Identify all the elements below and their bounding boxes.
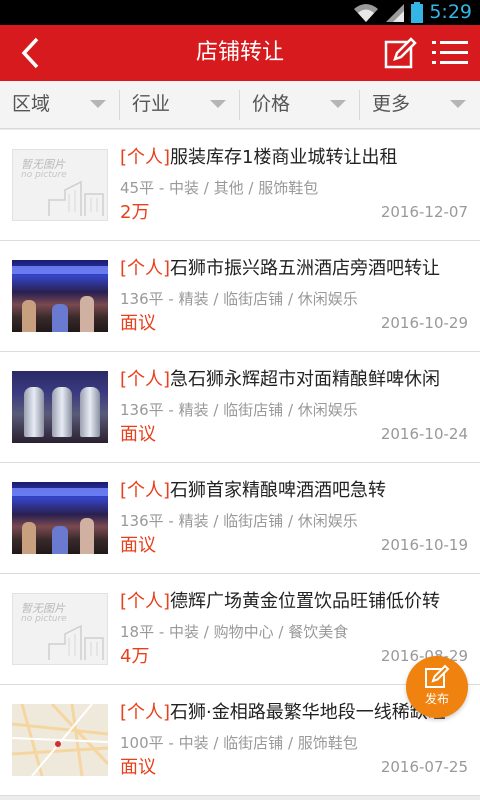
building-placeholder-icon <box>48 624 104 660</box>
listing-date: 2016-10-29 <box>380 314 468 332</box>
triangle-down-icon <box>90 100 106 108</box>
listing-thumbnail: 暂无图片 no picture <box>12 149 108 221</box>
listing-title-text: 德辉广场黄金位置饮品旺铺低价转 <box>170 591 441 612</box>
listing-meta: 100平 - 中装 / 临街店铺 / 服饰鞋包 <box>120 734 358 752</box>
filter-label: 价格 <box>252 93 291 115</box>
filter-price[interactable]: 价格 <box>240 81 360 129</box>
post-edit-button[interactable] <box>384 36 418 70</box>
listing-price: 面议 <box>120 424 156 445</box>
filter-label: 更多 <box>372 93 411 115</box>
edit-icon <box>384 37 417 69</box>
listing-tag: [个人] <box>120 147 171 168</box>
publish-button[interactable]: 发布 <box>406 656 468 718</box>
listing-tag: [个人] <box>120 258 171 279</box>
filter-bar: 区域 行业 价格 更多 <box>0 81 480 129</box>
triangle-down-icon <box>450 100 466 108</box>
listing-title-text: 石狮首家精酿啤酒酒吧急转 <box>170 480 387 501</box>
status-bar: 5:29 <box>0 0 480 25</box>
filter-industry[interactable]: 行业 <box>120 81 240 129</box>
filter-label: 区域 <box>12 93 51 115</box>
listing-date: 2016-10-19 <box>380 536 468 554</box>
listing-date: 2016-07-25 <box>380 758 468 776</box>
listing-title-text: 服装库存1楼商业城转让出租 <box>170 147 398 168</box>
edit-icon <box>425 664 450 688</box>
filter-region[interactable]: 区域 <box>0 81 120 129</box>
map-thumbnail <box>12 704 108 776</box>
listing-thumbnail <box>12 260 108 332</box>
listing-thumbnail <box>12 482 108 554</box>
listing-title-text: 石狮·金相路最繁华地段一线稀缺旺 <box>170 702 446 723</box>
triangle-down-icon <box>210 100 226 108</box>
listing-meta: 18平 - 中装 / 购物中心 / 餐饮美食 <box>120 623 349 641</box>
listing-meta: 136平 - 精装 / 临街店铺 / 休闲娱乐 <box>120 512 358 530</box>
listing-thumbnail <box>12 371 108 443</box>
app-bar: 店铺转让 <box>0 25 480 81</box>
triangle-down-icon <box>330 100 346 108</box>
listing-title: [个人]德辉广场黄金位置饮品旺铺低价转 <box>120 590 476 614</box>
battery-icon <box>411 2 424 23</box>
listing-price: 面议 <box>120 535 156 556</box>
listing-meta: 136平 - 精装 / 临街店铺 / 休闲娱乐 <box>120 290 358 308</box>
listing-title-text: 急石狮永辉超市对面精酿鲜啤休闲 <box>170 369 441 390</box>
status-time: 5:29 <box>429 1 472 23</box>
listing-thumbnail <box>12 704 108 776</box>
listing-tag: [个人] <box>120 702 171 723</box>
listing-item[interactable]: [个人]石狮首家精酿啤酒酒吧急转 136平 - 精装 / 临街店铺 / 休闲娱乐… <box>0 463 480 574</box>
filter-label: 行业 <box>132 93 171 115</box>
publish-label: 发布 <box>424 692 449 706</box>
listing-title-text: 石狮市振兴路五洲酒店旁酒吧转让 <box>170 258 441 279</box>
listing-item[interactable]: 暂无图片 no picture [个人]服装库存1楼商业城转让出租 45平 - … <box>0 130 480 241</box>
menu-icon <box>432 41 468 64</box>
listing-price: 面议 <box>120 313 156 334</box>
listing-title: [个人]石狮市振兴路五洲酒店旁酒吧转让 <box>120 257 476 281</box>
listing-price: 2万 <box>120 202 150 223</box>
listing-item[interactable]: [个人]急石狮永辉超市对面精酿鲜啤休闲 136平 - 精装 / 临街店铺 / 休… <box>0 352 480 463</box>
listing-price: 4万 <box>120 646 150 667</box>
listing-item[interactable]: 暂无图片 no picture [个人]德辉广场黄金位置饮品旺铺低价转 18平 … <box>0 574 480 685</box>
menu-button[interactable] <box>432 38 468 68</box>
listing-tag: [个人] <box>120 369 171 390</box>
listing-tag: [个人] <box>120 480 171 501</box>
listing-meta: 136平 - 精装 / 临街店铺 / 休闲娱乐 <box>120 401 358 419</box>
filter-more[interactable]: 更多 <box>360 81 480 129</box>
listing-title: [个人]石狮首家精酿啤酒酒吧急转 <box>120 479 476 503</box>
signal-icon <box>386 3 405 22</box>
listing-meta: 45平 - 中装 / 其他 / 服饰鞋包 <box>120 179 319 197</box>
listing-date: 2016-12-07 <box>380 203 468 221</box>
listing-title: [个人]急石狮永辉超市对面精酿鲜啤休闲 <box>120 368 476 392</box>
listing-tag: [个人] <box>120 591 171 612</box>
listing-date: 2016-10-24 <box>380 425 468 443</box>
listing-thumbnail: 暂无图片 no picture <box>12 593 108 665</box>
building-placeholder-icon <box>48 180 104 216</box>
listing-price: 面议 <box>120 757 156 778</box>
listing-title: [个人]服装库存1楼商业城转让出租 <box>120 146 476 170</box>
listing-item[interactable]: [个人]石狮市振兴路五洲酒店旁酒吧转让 136平 - 精装 / 临街店铺 / 休… <box>0 241 480 352</box>
wifi-icon <box>354 3 379 22</box>
